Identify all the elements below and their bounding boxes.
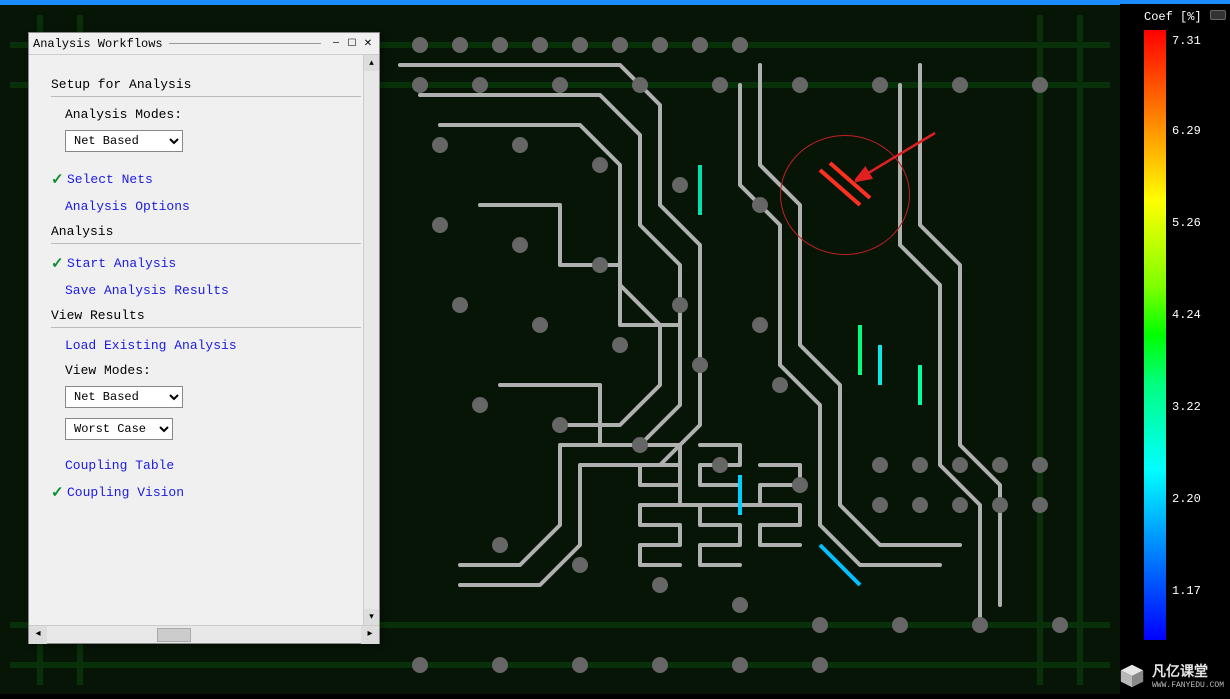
section-setup: Setup for Analysis (51, 77, 361, 92)
section-view: View Results (51, 308, 361, 323)
watermark: 凡亿课堂 WWW.FANYEDU.COM (1118, 661, 1224, 690)
legend-tick: 3.22 (1172, 400, 1201, 414)
scroll-left-icon[interactable]: ◂ (29, 626, 47, 644)
section-analysis: Analysis (51, 224, 361, 239)
close-button[interactable]: ✕ (361, 37, 375, 51)
watermark-url: WWW.FANYEDU.COM (1152, 681, 1224, 690)
select-nets-label: Select Nets (67, 172, 153, 187)
start-analysis-label: Start Analysis (67, 256, 176, 271)
select-nets-link[interactable]: ✓ Select Nets (51, 170, 361, 189)
scroll-up-icon[interactable]: ▴ (364, 55, 379, 71)
color-legend: Coef [%] 7.31 6.29 5.26 4.24 3.22 2.20 1… (1120, 4, 1230, 694)
start-analysis-link[interactable]: ✓ Start Analysis (51, 254, 361, 273)
label-analysis-modes: Analysis Modes: (65, 107, 361, 122)
divider (51, 327, 361, 328)
analysis-workflows-panel: Analysis Workflows — ☐ ✕ ▴ ▾ Setup for A… (28, 32, 380, 644)
analysis-options-label: Analysis Options (65, 199, 190, 214)
checkmark-icon: ✓ (51, 254, 65, 273)
coupling-vision-label: Coupling Vision (67, 485, 184, 500)
minimize-button[interactable]: — (329, 37, 343, 51)
legend-tick: 7.31 (1172, 34, 1201, 48)
titlebar-line (169, 43, 321, 44)
legend-tick: 1.17 (1172, 584, 1201, 598)
annotation-arrow-icon (855, 125, 945, 185)
horizontal-scrollbar[interactable]: ◂ ▸ (29, 625, 379, 643)
divider (51, 96, 361, 97)
scroll-right-icon[interactable]: ▸ (361, 626, 379, 644)
scroll-thumb[interactable] (157, 628, 191, 642)
legend-tick: 5.26 (1172, 216, 1201, 230)
watermark-brand: 凡亿课堂 (1152, 661, 1224, 681)
legend-tick: 2.20 (1172, 492, 1201, 506)
divider (51, 243, 361, 244)
analysis-mode-select[interactable]: Net Based (65, 130, 183, 152)
legend-gradient (1144, 30, 1166, 640)
vertical-scrollbar[interactable]: ▴ ▾ (363, 55, 379, 625)
label-view-modes: View Modes: (65, 363, 361, 378)
legend-tick: 6.29 (1172, 124, 1201, 138)
scroll-down-icon[interactable]: ▾ (364, 609, 379, 625)
legend-tick: 4.24 (1172, 308, 1201, 322)
load-existing-label: Load Existing Analysis (65, 338, 237, 353)
cube-icon (1118, 662, 1146, 690)
save-results-link[interactable]: Save Analysis Results (65, 283, 361, 298)
coupling-table-label: Coupling Table (65, 458, 174, 473)
panel-titlebar[interactable]: Analysis Workflows — ☐ ✕ (29, 33, 379, 55)
analysis-options-link[interactable]: Analysis Options (65, 199, 361, 214)
panel-body: ▴ ▾ Setup for Analysis Analysis Modes: N… (29, 55, 379, 625)
scroll-track[interactable] (47, 626, 361, 644)
view-case-select[interactable]: Worst Case (65, 418, 173, 440)
load-existing-link[interactable]: Load Existing Analysis (65, 338, 361, 353)
checkmark-icon: ✓ (51, 483, 65, 502)
panel-title: Analysis Workflows (33, 37, 163, 51)
coupling-table-link[interactable]: Coupling Table (65, 458, 361, 473)
dock-button[interactable]: ☐ (345, 37, 359, 51)
save-results-label: Save Analysis Results (65, 283, 229, 298)
coupling-vision-link[interactable]: ✓ Coupling Vision (51, 483, 361, 502)
view-mode-select[interactable]: Net Based (65, 386, 183, 408)
checkmark-icon: ✓ (51, 170, 65, 189)
legend-mode-icon[interactable] (1210, 10, 1226, 20)
